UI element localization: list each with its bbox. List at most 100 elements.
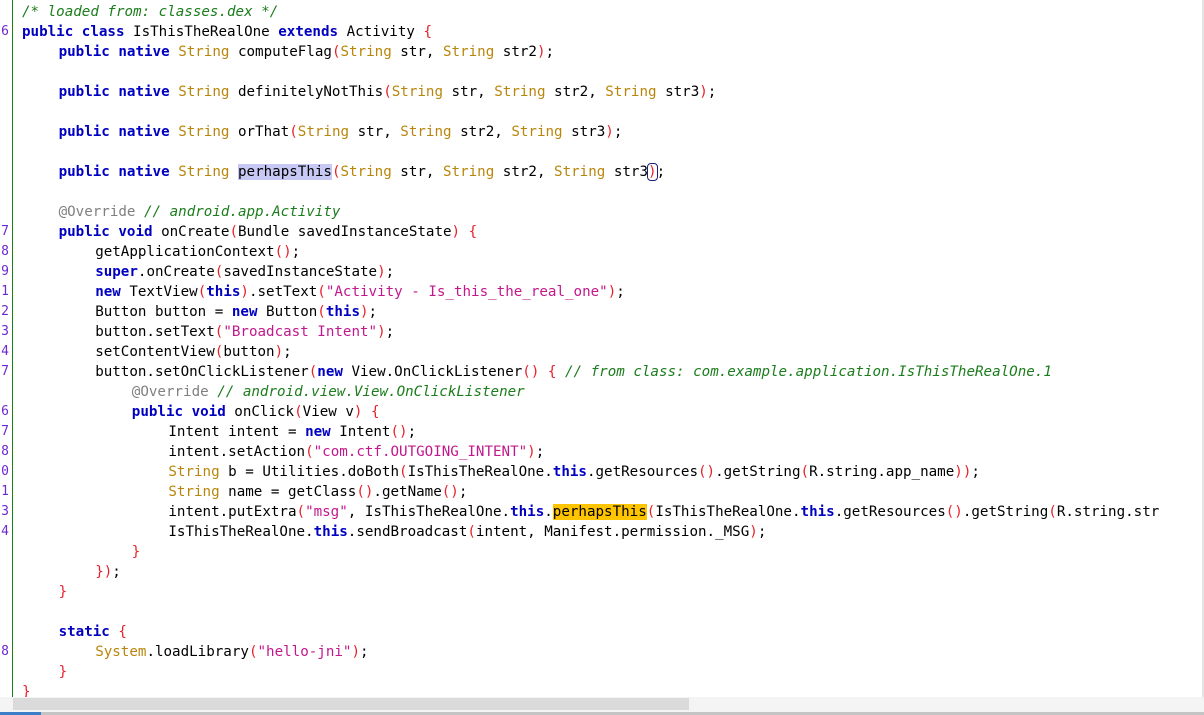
bracket-token: ( xyxy=(331,164,341,180)
code-line[interactable]: new TextView(this).setText("Activity - I… xyxy=(95,282,625,302)
bracket-token: ) xyxy=(377,324,386,340)
code-token: IsThisTheRealOne. xyxy=(655,504,801,520)
bracket-token: ( xyxy=(399,464,408,480)
code-token: ; xyxy=(613,124,623,140)
code-token: ; xyxy=(407,424,417,440)
code-line[interactable]: String b = Utilities.doBoth(IsThisTheRea… xyxy=(168,462,980,482)
code-token: Intent xyxy=(330,424,391,440)
keyword-token: native xyxy=(118,164,170,180)
keyword-token: native xyxy=(118,44,170,60)
code-token: button.setOnClickListener xyxy=(95,364,309,380)
keyword-token: public xyxy=(58,124,110,140)
code-token: button.setText xyxy=(95,324,215,340)
code-token: orThat xyxy=(229,124,290,140)
annotation-token: @Override xyxy=(131,384,209,400)
line-number: 8 xyxy=(1,244,9,259)
bracket-token: ( xyxy=(294,404,303,420)
code-line[interactable]: public native String definitelyNotThis(S… xyxy=(59,82,717,102)
code-line[interactable]: System.loadLibrary("hello-jni"); xyxy=(95,642,368,662)
bracket-token: () xyxy=(945,504,963,520)
code-line[interactable]: intent.setAction("com.ctf.OUTGOING_INTEN… xyxy=(168,442,544,462)
code-token: str, xyxy=(349,124,401,140)
code-line[interactable]: IsThisTheRealOne.this.sendBroadcast(inte… xyxy=(168,522,766,542)
bracket-token: () xyxy=(522,364,540,380)
code-token: IsThisTheRealOne. xyxy=(407,464,553,480)
code-line[interactable]: public void onCreate(Bundle savedInstanc… xyxy=(59,222,478,242)
comment-token: // android.app.Activity xyxy=(144,204,341,220)
code-line[interactable]: button.setOnClickListener(new View.OnCli… xyxy=(95,362,1052,382)
code-line[interactable]: getApplicationContext(); xyxy=(95,242,300,262)
code-token: ; xyxy=(112,564,121,580)
code-editor[interactable]: 6 7 8 9 1 2 3 4 7 6 7 8 0 1 3 4 8 /* loaded from: classe… xyxy=(0,0,1204,697)
code-token: str3 xyxy=(605,164,649,180)
code-line[interactable]: Button button = new Button(this); xyxy=(95,302,377,322)
type-token: String xyxy=(178,124,230,140)
code-token: intent.setAction xyxy=(168,444,306,460)
code-token: IsThisTheRealOne xyxy=(124,24,279,40)
code-line[interactable]: Intent intent = new Intent(); xyxy=(168,422,416,442)
bracket-token: { xyxy=(468,224,478,240)
code-line[interactable]: } xyxy=(59,662,68,682)
code-line[interactable]: public native String computeFlag(String … xyxy=(59,42,554,62)
type-token: String xyxy=(511,124,563,140)
code-line[interactable]: button.setText("Broadcast Intent"); xyxy=(95,322,394,342)
code-token: ; xyxy=(656,164,666,180)
type-token: String xyxy=(442,44,495,60)
comment-token: // from class: com.example.application.I… xyxy=(565,364,1052,380)
keyword-token: public xyxy=(58,224,110,240)
code-token: .getName xyxy=(373,484,442,500)
code-line[interactable]: public void onClick(View v) { xyxy=(132,402,380,422)
bracket-token: () xyxy=(390,424,408,440)
line-number: 6 xyxy=(1,404,9,419)
code-line[interactable]: } xyxy=(132,542,141,562)
code-token: onCreate xyxy=(152,224,230,240)
code-line[interactable]: public native String orThat(String str, … xyxy=(59,122,623,142)
code-line[interactable]: public native String perhapsThis(String … xyxy=(58,162,666,182)
bracket-token: ) xyxy=(274,344,284,360)
code-line[interactable]: } xyxy=(59,582,68,602)
keyword-token: native xyxy=(118,84,170,100)
code-token: str2 xyxy=(494,44,537,60)
horizontal-scrollbar[interactable] xyxy=(0,697,1204,712)
code-token: ; xyxy=(368,304,378,320)
line-number: 4 xyxy=(1,344,9,359)
type-token: String xyxy=(554,164,606,180)
horizontal-scrollbar-thumb[interactable] xyxy=(13,698,689,710)
keyword-token: new xyxy=(317,364,343,380)
code-line[interactable]: @Override // android.view.View.OnClickLi… xyxy=(132,382,525,402)
bracket-token: } xyxy=(131,544,141,560)
bracket-token: () xyxy=(274,244,292,260)
keyword-token: native xyxy=(118,124,170,140)
bracket-token: ( xyxy=(317,304,326,320)
code-line[interactable]: }); xyxy=(95,562,121,582)
code-token: str, xyxy=(442,84,495,100)
code-token: ; xyxy=(291,244,301,260)
code-line[interactable]: intent.putExtra("msg", IsThisTheRealOne.… xyxy=(168,502,1159,522)
code-line[interactable]: /* loaded from: classes.dex */ xyxy=(22,2,278,22)
code-line[interactable]: @Override // android.app.Activity xyxy=(59,202,341,222)
code-token: R.string.str xyxy=(1056,504,1160,520)
code-line[interactable]: super.onCreate(savedInstanceState); xyxy=(95,262,394,282)
keyword-token: this xyxy=(206,284,241,300)
code-token: Bundle savedInstanceState xyxy=(237,224,452,240)
code-token: .getResources xyxy=(834,504,946,520)
code-line[interactable]: static { xyxy=(59,622,127,642)
code-token: intent.putExtra xyxy=(168,504,297,520)
code-line[interactable]: public class IsThisTheRealOne extends Ac… xyxy=(22,22,432,42)
bracket-token: ( xyxy=(1048,504,1057,520)
code-line[interactable]: String name = getClass().getName(); xyxy=(168,482,467,502)
code-line[interactable]: setContentView(button); xyxy=(95,342,291,362)
code-line[interactable]: } xyxy=(22,682,31,697)
keyword-token: this xyxy=(800,504,835,520)
keyword-token: public xyxy=(58,164,110,180)
code-token: ; xyxy=(757,524,767,540)
code-token: str3 xyxy=(562,124,606,140)
bracket-token: } xyxy=(22,684,31,697)
bracket-token: { xyxy=(371,404,380,420)
bracket-token: ( xyxy=(383,84,392,100)
line-number-gutter: 6 7 8 9 1 2 3 4 7 6 7 8 0 1 3 4 8 xyxy=(0,0,12,697)
